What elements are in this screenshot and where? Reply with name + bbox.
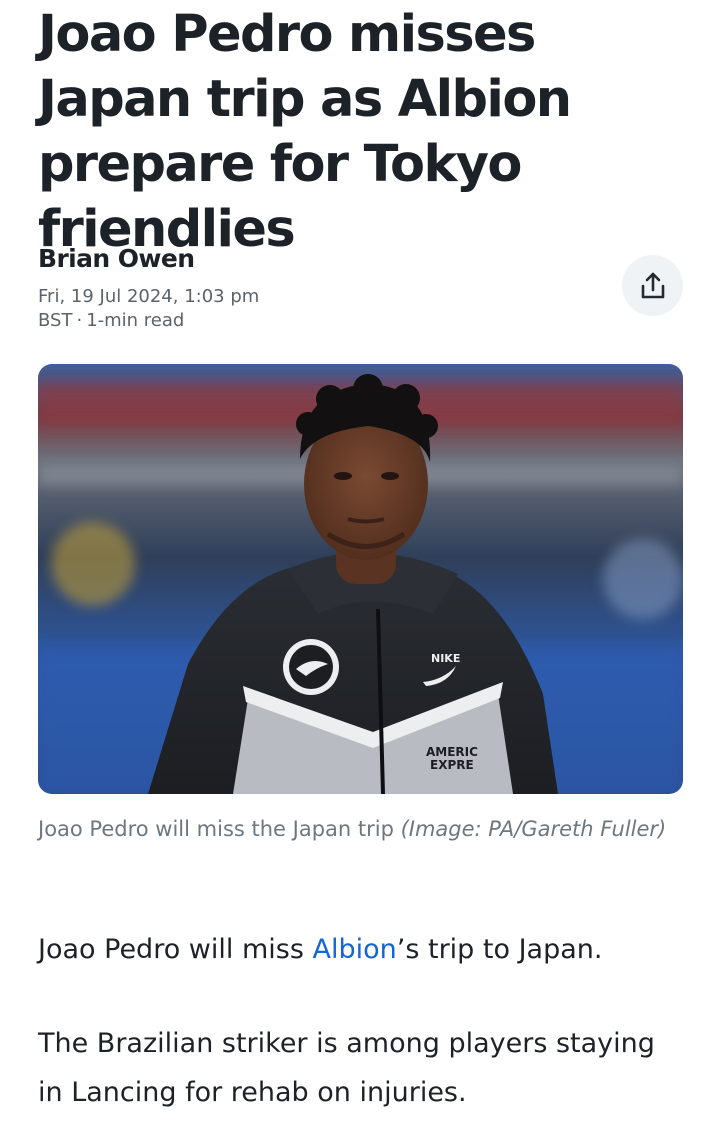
meta-separator: · xyxy=(76,310,83,331)
article-page: Joao Pedro misses Japan trip as Albion p… xyxy=(0,0,720,1142)
article-meta: Fri, 19 Jul 2024, 1:03 pm BST · 1-min read xyxy=(38,285,259,333)
share-icon xyxy=(641,272,664,298)
article-headline: Joao Pedro misses Japan trip as Albion p… xyxy=(38,5,572,259)
svg-text:NIKE: NIKE xyxy=(431,652,460,665)
image-caption: Joao Pedro will miss the Japan trip (Ima… xyxy=(38,813,678,846)
caption-text: Joao Pedro will miss the Japan trip xyxy=(38,817,401,841)
meta-line-2: BST · 1-min read xyxy=(38,309,259,333)
jacket-text-2: EXPRE xyxy=(430,758,474,772)
image-credit: (Image: PA/Gareth Fuller) xyxy=(400,817,667,841)
timezone: BST xyxy=(38,310,73,331)
read-time: 1-min read xyxy=(86,310,185,331)
author-name[interactable]: Brian Owen xyxy=(38,244,259,273)
player-photo: NIKE AMERIC EXPRE xyxy=(38,364,683,794)
hero-image[interactable]: NIKE AMERIC EXPRE xyxy=(38,364,683,794)
jacket-text-1: AMERIC xyxy=(426,745,478,759)
byline: Brian Owen Fri, 19 Jul 2024, 1:03 pm BST… xyxy=(38,244,259,333)
p1-after: ’s trip to Japan. xyxy=(396,934,603,965)
share-button[interactable] xyxy=(622,255,683,316)
paragraph-2: The Brazilian striker is among players s… xyxy=(38,1028,655,1108)
albion-link[interactable]: Albion xyxy=(313,934,397,965)
publish-date: Fri, 19 Jul 2024, 1:03 pm xyxy=(38,286,260,307)
paragraph-1: Joao Pedro will miss Albion’s trip to Ja… xyxy=(38,925,688,974)
p1-before: Joao Pedro will miss xyxy=(38,934,313,965)
